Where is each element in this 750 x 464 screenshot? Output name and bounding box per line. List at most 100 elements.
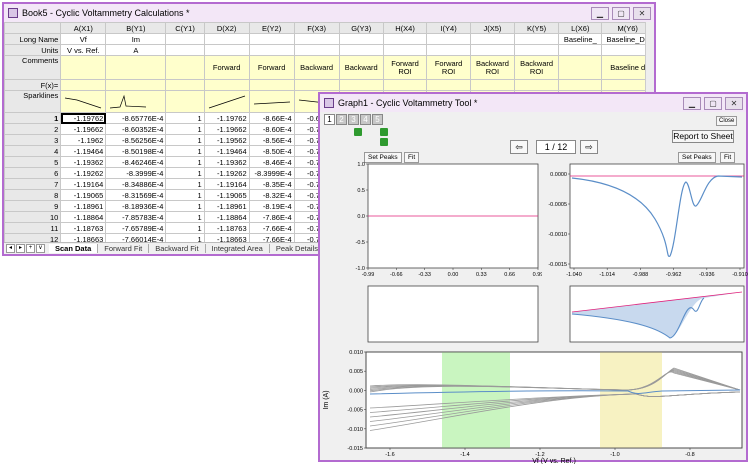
top-right-plot[interactable]: 0.0000 -0.0005 -0.0010 -0.0015 -1.040 -1.014 -… [536, 160, 748, 278]
units-cell[interactable] [558, 44, 603, 56]
row-label-fx[interactable]: F(x)= [4, 79, 62, 91]
data-cell[interactable]: -8.66E-4 [248, 112, 295, 124]
layer-tab[interactable]: 3 [348, 114, 359, 125]
comments-cell[interactable] [165, 55, 205, 80]
data-cell[interactable]: -1.19262 [60, 167, 107, 179]
row-number[interactable]: 1 [4, 112, 62, 124]
sheet-tab[interactable]: Integrated Area [206, 244, 270, 253]
formula-cell[interactable] [558, 79, 603, 91]
data-cell[interactable]: 1 [165, 200, 205, 212]
long-name-cell[interactable]: Baseline_ [558, 33, 603, 45]
units-cell[interactable] [382, 44, 428, 56]
row-number[interactable]: 6 [4, 167, 62, 179]
units-cell[interactable]: A [105, 44, 167, 56]
comments-cell[interactable]: Forward [203, 55, 250, 80]
minimize-button[interactable]: ▁ [591, 6, 609, 20]
comments-cell[interactable]: Backward ROI [514, 55, 560, 80]
data-cell[interactable]: -8.60E-4 [248, 123, 295, 135]
column-header[interactable]: B(Y1) [105, 22, 167, 34]
data-cell[interactable]: -8.65776E-4 [105, 112, 167, 124]
data-cell[interactable]: -8.60352E-4 [105, 123, 167, 135]
data-cell[interactable]: 1 [165, 167, 205, 179]
data-cell[interactable]: -1.19662 [60, 123, 107, 135]
formula-cell[interactable] [248, 79, 295, 91]
data-cell[interactable]: -1.19065 [60, 189, 107, 201]
column-header[interactable]: F(X3) [293, 22, 340, 34]
column-header[interactable]: E(Y2) [248, 22, 295, 34]
long-name-cell[interactable]: Im [105, 33, 167, 45]
layer-tab[interactable]: 1 [324, 114, 335, 125]
long-name-cell[interactable] [248, 33, 295, 45]
tool-close-button[interactable]: Close [716, 116, 738, 126]
data-cell[interactable]: 1 [165, 189, 205, 201]
data-cell[interactable]: 1 [165, 178, 205, 190]
formula-cell[interactable] [60, 79, 107, 91]
data-cell[interactable]: -7.65789E-4 [105, 222, 167, 234]
comments-cell[interactable]: Backward [293, 55, 340, 80]
data-cell[interactable]: -8.19E-4 [248, 200, 295, 212]
column-header[interactable]: C(Y1) [165, 22, 205, 34]
row-number[interactable]: 9 [4, 200, 62, 212]
data-cell[interactable]: 1 [165, 123, 205, 135]
comments-cell[interactable] [60, 55, 107, 80]
graph-page[interactable]: 12345 Close Report to Sheet ⇦ 1 / 12 ⇨ S… [320, 112, 748, 464]
data-cell[interactable]: -8.31569E-4 [105, 189, 167, 201]
book-titlebar[interactable]: Book5 - Cyclic Voltammetry Calculations … [4, 4, 654, 22]
column-header[interactable]: G(Y3) [338, 22, 384, 34]
data-cell[interactable]: -1.19164 [203, 178, 250, 190]
graph-minimize-button[interactable]: ▁ [683, 96, 701, 110]
main-cv-plot[interactable]: 0.010 0.005 0.000 -0.005 -0.010 -0.015 -1.6 -1.… [320, 348, 748, 464]
data-cell[interactable]: -8.34886E-4 [105, 178, 167, 190]
tab-nav-button[interactable]: + [26, 244, 35, 253]
row-number[interactable]: 11 [4, 222, 62, 234]
data-cell[interactable]: 1 [165, 222, 205, 234]
units-cell[interactable] [165, 44, 205, 56]
next-page-button[interactable]: ⇨ [580, 140, 598, 154]
sparkline-cell[interactable] [105, 90, 167, 113]
formula-cell[interactable] [382, 79, 428, 91]
graph-maximize-button[interactable]: ▢ [704, 96, 722, 110]
units-cell[interactable] [248, 44, 295, 56]
units-cell[interactable] [338, 44, 384, 56]
long-name-cell[interactable] [203, 33, 250, 45]
sparkline-cell[interactable] [248, 90, 295, 113]
long-name-cell[interactable] [293, 33, 340, 45]
data-cell[interactable]: -1.19464 [60, 145, 107, 157]
graph-window[interactable]: Graph1 - Cyclic Voltammetry Tool * ▁ ▢ ✕… [318, 92, 748, 464]
layer-tab[interactable]: 2 [336, 114, 347, 125]
formula-cell[interactable] [105, 79, 167, 91]
row-number[interactable]: 5 [4, 156, 62, 168]
data-cell[interactable]: -1.19362 [60, 156, 107, 168]
long-name-cell[interactable]: Vf [60, 33, 107, 45]
comments-cell[interactable]: Forward ROI [426, 55, 471, 80]
row-number[interactable]: 4 [4, 145, 62, 157]
data-cell[interactable]: -1.19262 [203, 167, 250, 179]
formula-cell[interactable] [293, 79, 340, 91]
column-header[interactable]: J(X5) [469, 22, 516, 34]
row-label-long-name[interactable]: Long Name [4, 33, 62, 45]
data-cell[interactable]: -8.3999E-4 [105, 167, 167, 179]
data-cell[interactable]: -8.35E-4 [248, 178, 295, 190]
comments-cell[interactable]: Backward ROI [469, 55, 516, 80]
long-name-cell[interactable] [382, 33, 428, 45]
sparkline-cell[interactable] [203, 90, 250, 113]
data-cell[interactable]: -8.46E-4 [248, 156, 295, 168]
report-to-sheet-button[interactable]: Report to Sheet [672, 130, 734, 143]
row-number[interactable]: 8 [4, 189, 62, 201]
formula-cell[interactable] [338, 79, 384, 91]
data-cell[interactable]: -8.50198E-4 [105, 145, 167, 157]
data-cell[interactable]: -7.85783E-4 [105, 211, 167, 223]
units-cell[interactable] [514, 44, 560, 56]
data-cell[interactable]: 1 [165, 112, 205, 124]
units-cell[interactable]: V vs. Ref. [60, 44, 107, 56]
row-number[interactable]: 10 [4, 211, 62, 223]
close-button[interactable]: ✕ [633, 6, 651, 20]
maximize-button[interactable]: ▢ [612, 6, 630, 20]
graph-titlebar[interactable]: Graph1 - Cyclic Voltammetry Tool * ▁ ▢ ✕ [320, 94, 746, 112]
data-cell[interactable]: -1.18961 [203, 200, 250, 212]
data-cell[interactable]: -8.3999E-4 [248, 167, 295, 179]
graph-close-button[interactable]: ✕ [725, 96, 743, 110]
sheet-tab[interactable]: Forward Fit [98, 244, 150, 253]
sheet-tab[interactable]: Peak Details [270, 244, 325, 253]
layer-tab[interactable]: 5 [372, 114, 383, 125]
